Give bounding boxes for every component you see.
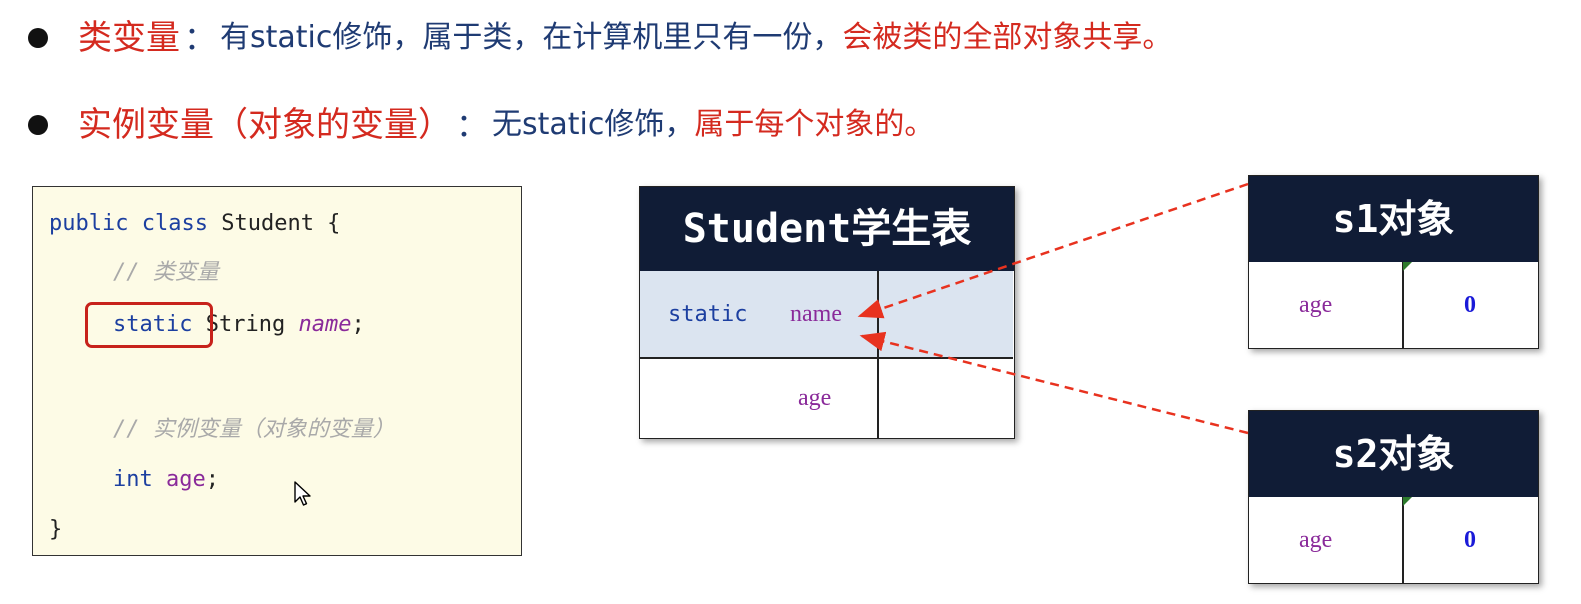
class-table: Student学生表 static name age <box>639 186 1015 439</box>
object-s2-field: age <box>1299 526 1333 553</box>
object-s1-value: 0 <box>1464 291 1476 318</box>
bullet-desc-red: 属于每个对象的。 <box>694 107 935 142</box>
row-divider <box>640 357 1013 359</box>
cell-corner-marker <box>1403 497 1412 506</box>
semicolon: ; <box>205 467 219 492</box>
age-label: age <box>798 384 832 411</box>
object-s1-title: s1对象 <box>1249 176 1538 262</box>
semicolon: ; <box>351 312 365 337</box>
keyword-int: int <box>113 467 153 492</box>
object-s1-field: age <box>1299 291 1333 318</box>
keyword-public: public <box>49 211 129 236</box>
object-s1: s1对象 age 0 <box>1248 175 1539 349</box>
static-highlight-box <box>85 302 213 348</box>
bullet-colon: ： <box>184 19 217 57</box>
code-line-closing: } <box>49 515 62 545</box>
bullet-class-variable: 类变量 ： 有static修饰，属于类，在计算机里只有一份， 会被类的全部对象共… <box>28 13 1172 63</box>
class-table-title: Student学生表 <box>640 187 1014 271</box>
bullet-dot <box>28 115 48 135</box>
object-s2: s2对象 age 0 <box>1248 410 1539 584</box>
bullet-desc-red: 会被类的全部对象共享。 <box>842 20 1173 55</box>
object-s2-value: 0 <box>1464 526 1476 553</box>
bullet-desc-blue: 无static修饰， <box>492 107 695 142</box>
comment-class-var: // 类变量 <box>113 260 219 285</box>
code-line-comment-instance-var: // 实例变量（对象的变量） <box>113 415 395 445</box>
cell-corner-marker <box>1403 262 1412 271</box>
class-name: Student { <box>221 211 341 236</box>
bullet-instance-variable: 实例变量（对象的变量） ： 无static修饰， 属于每个对象的。 <box>28 100 934 150</box>
bullet-colon: ： <box>456 106 489 144</box>
comment-instance-var: // 实例变量（对象的变量） <box>113 417 395 442</box>
code-panel: public class Student { // 类变量 static Str… <box>32 186 522 556</box>
field-name: name <box>298 312 352 337</box>
bullet-term: 类变量 <box>78 18 180 58</box>
static-label: static <box>668 302 748 327</box>
closing-brace: } <box>49 517 63 542</box>
bullet-dot <box>28 28 48 48</box>
bullet-term: 实例变量（对象的变量） <box>78 105 452 145</box>
mouse-cursor-icon <box>294 481 311 506</box>
code-line-int-field: int age; <box>113 465 219 495</box>
bullet-desc-blue: 有static修饰，属于类，在计算机里只有一份， <box>220 20 843 55</box>
object-s2-title: s2对象 <box>1249 411 1538 497</box>
code-line-class-decl: public class Student { <box>49 209 340 239</box>
column-divider <box>877 271 879 438</box>
static-name-label: name <box>790 301 842 327</box>
type-string: String <box>205 312 286 337</box>
keyword-class: class <box>141 211 208 236</box>
field-age: age <box>166 467 206 492</box>
code-line-comment-class-var: // 类变量 <box>113 258 219 288</box>
